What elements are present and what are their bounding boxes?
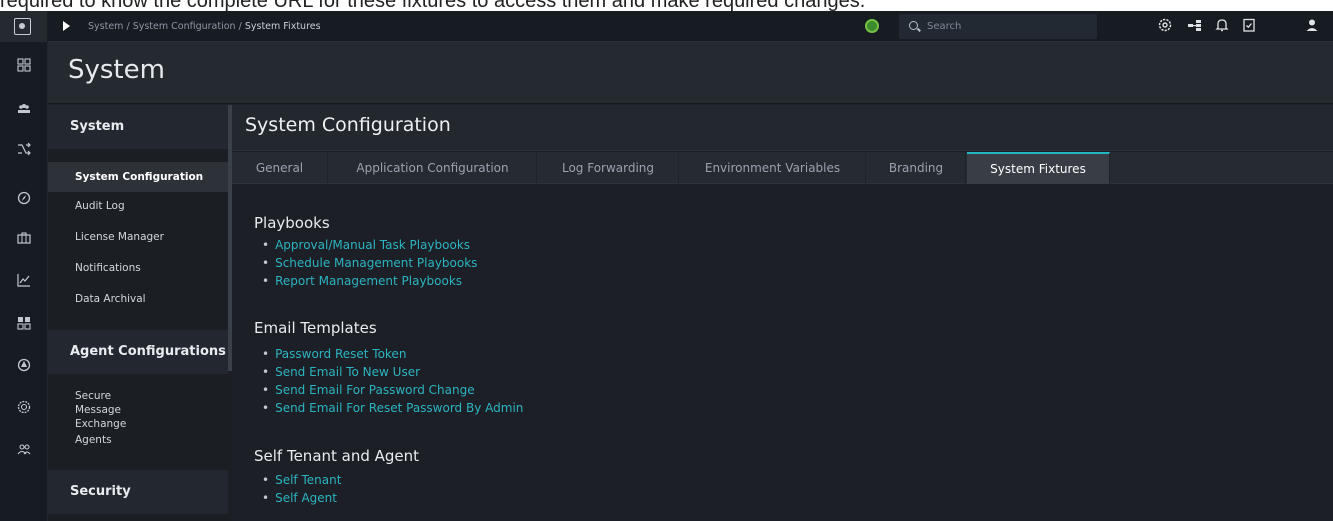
users-icon[interactable] <box>13 441 35 463</box>
chart-icon[interactable] <box>13 272 35 294</box>
left-icon-nav <box>0 42 48 521</box>
sidebar-section-security-management[interactable]: Security Management <box>48 470 228 514</box>
sidebar-item-license-manager[interactable]: License Manager <box>48 227 228 247</box>
page-header: System <box>48 42 1333 104</box>
top-bar: System / System Configuration / System F… <box>0 11 1333 42</box>
task-checklist-icon[interactable] <box>1240 17 1258 35</box>
link-send-email-for-reset-password-by-admin[interactable]: • Send Email For Reset Password By Admin <box>262 401 523 415</box>
fixtures-body: Playbooks • Approval/Manual Task Playbook… <box>232 185 1333 521</box>
group-title-email-templates: Email Templates <box>254 319 377 337</box>
sidebar-section-agent-configurations[interactable]: Agent Configurations <box>48 330 228 374</box>
tab-general[interactable]: General <box>232 152 328 184</box>
section-title: System Configuration <box>245 114 451 136</box>
status-indicator-icon[interactable] <box>865 19 879 33</box>
logo-icon <box>14 18 31 35</box>
radar-icon[interactable] <box>13 357 35 379</box>
settings-sidebar: System System Configuration Audit Log Li… <box>48 105 232 521</box>
search-icon <box>909 21 918 30</box>
dashboard-icon[interactable] <box>13 57 35 79</box>
search-box[interactable] <box>899 14 1097 39</box>
content-panel: System Configuration General Application… <box>232 105 1333 521</box>
sidebar-item-data-archival[interactable]: Data Archival <box>48 289 228 309</box>
link-self-agent[interactable]: • Self Agent <box>262 491 337 505</box>
breadcrumb-item-system-fixtures: System Fixtures <box>244 21 321 32</box>
breadcrumb-item-system[interactable]: System <box>88 21 123 32</box>
breadcrumb-item-system-configuration[interactable]: System Configuration <box>133 21 236 32</box>
page-title: System <box>68 55 165 85</box>
link-password-reset-token[interactable]: • Password Reset Token <box>262 347 406 361</box>
search-input[interactable] <box>927 14 1092 39</box>
teams-icon[interactable] <box>13 101 35 123</box>
notification-bell-icon[interactable] <box>1213 17 1231 35</box>
shuffle-icon[interactable] <box>13 141 35 163</box>
group-title-self-tenant-and-agent: Self Tenant and Agent <box>254 447 420 465</box>
sidebar-item-notifications[interactable]: Notifications <box>48 258 228 278</box>
tab-bar: General Application Configuration Log Fo… <box>232 152 1333 184</box>
group-title-playbooks: Playbooks <box>254 214 330 232</box>
tab-application-configuration[interactable]: Application Configuration <box>329 152 537 184</box>
link-self-tenant[interactable]: • Self Tenant <box>262 473 341 487</box>
sidebar-item-audit-log[interactable]: Audit Log <box>48 196 228 216</box>
sidebar-item-agents[interactable]: Agents <box>48 430 228 450</box>
section-header: System Configuration <box>232 105 1333 151</box>
globe-settings-icon[interactable] <box>13 399 35 421</box>
caption-fragment: required to know the complete URL for th… <box>0 0 866 11</box>
logo-cell[interactable] <box>0 11 48 42</box>
sidebar-item-secure-message-exchange[interactable]: Secure Message Exchange <box>48 389 158 431</box>
link-send-email-for-password-change[interactable]: • Send Email For Password Change <box>262 383 475 397</box>
breadcrumb: System / System Configuration / System F… <box>88 21 321 32</box>
link-schedule-management-playbooks[interactable]: • Schedule Management Playbooks <box>262 256 477 270</box>
sidebar-section-system[interactable]: System <box>48 105 228 149</box>
compass-icon[interactable] <box>13 190 35 212</box>
apps-grid-icon[interactable] <box>13 315 35 337</box>
settings-gear-icon[interactable] <box>1156 17 1174 35</box>
hierarchy-icon[interactable] <box>1186 17 1204 35</box>
tab-branding[interactable]: Branding <box>867 152 966 184</box>
tab-log-forwarding[interactable]: Log Forwarding <box>538 152 679 184</box>
main-area: System System System Configuration Audit… <box>48 42 1333 521</box>
link-report-management-playbooks[interactable]: • Report Management Playbooks <box>262 274 462 288</box>
link-approval-manual-task-playbooks[interactable]: • Approval/Manual Task Playbooks <box>262 238 470 252</box>
link-send-email-to-new-user[interactable]: • Send Email To New User <box>262 365 420 379</box>
user-icon[interactable] <box>1303 17 1321 35</box>
sidebar-item-system-configuration[interactable]: System Configuration <box>48 162 228 192</box>
tab-system-fixtures[interactable]: System Fixtures <box>967 152 1110 184</box>
play-icon[interactable] <box>63 21 70 31</box>
briefcase-icon[interactable] <box>13 230 35 252</box>
tab-environment-variables[interactable]: Environment Variables <box>680 152 866 184</box>
